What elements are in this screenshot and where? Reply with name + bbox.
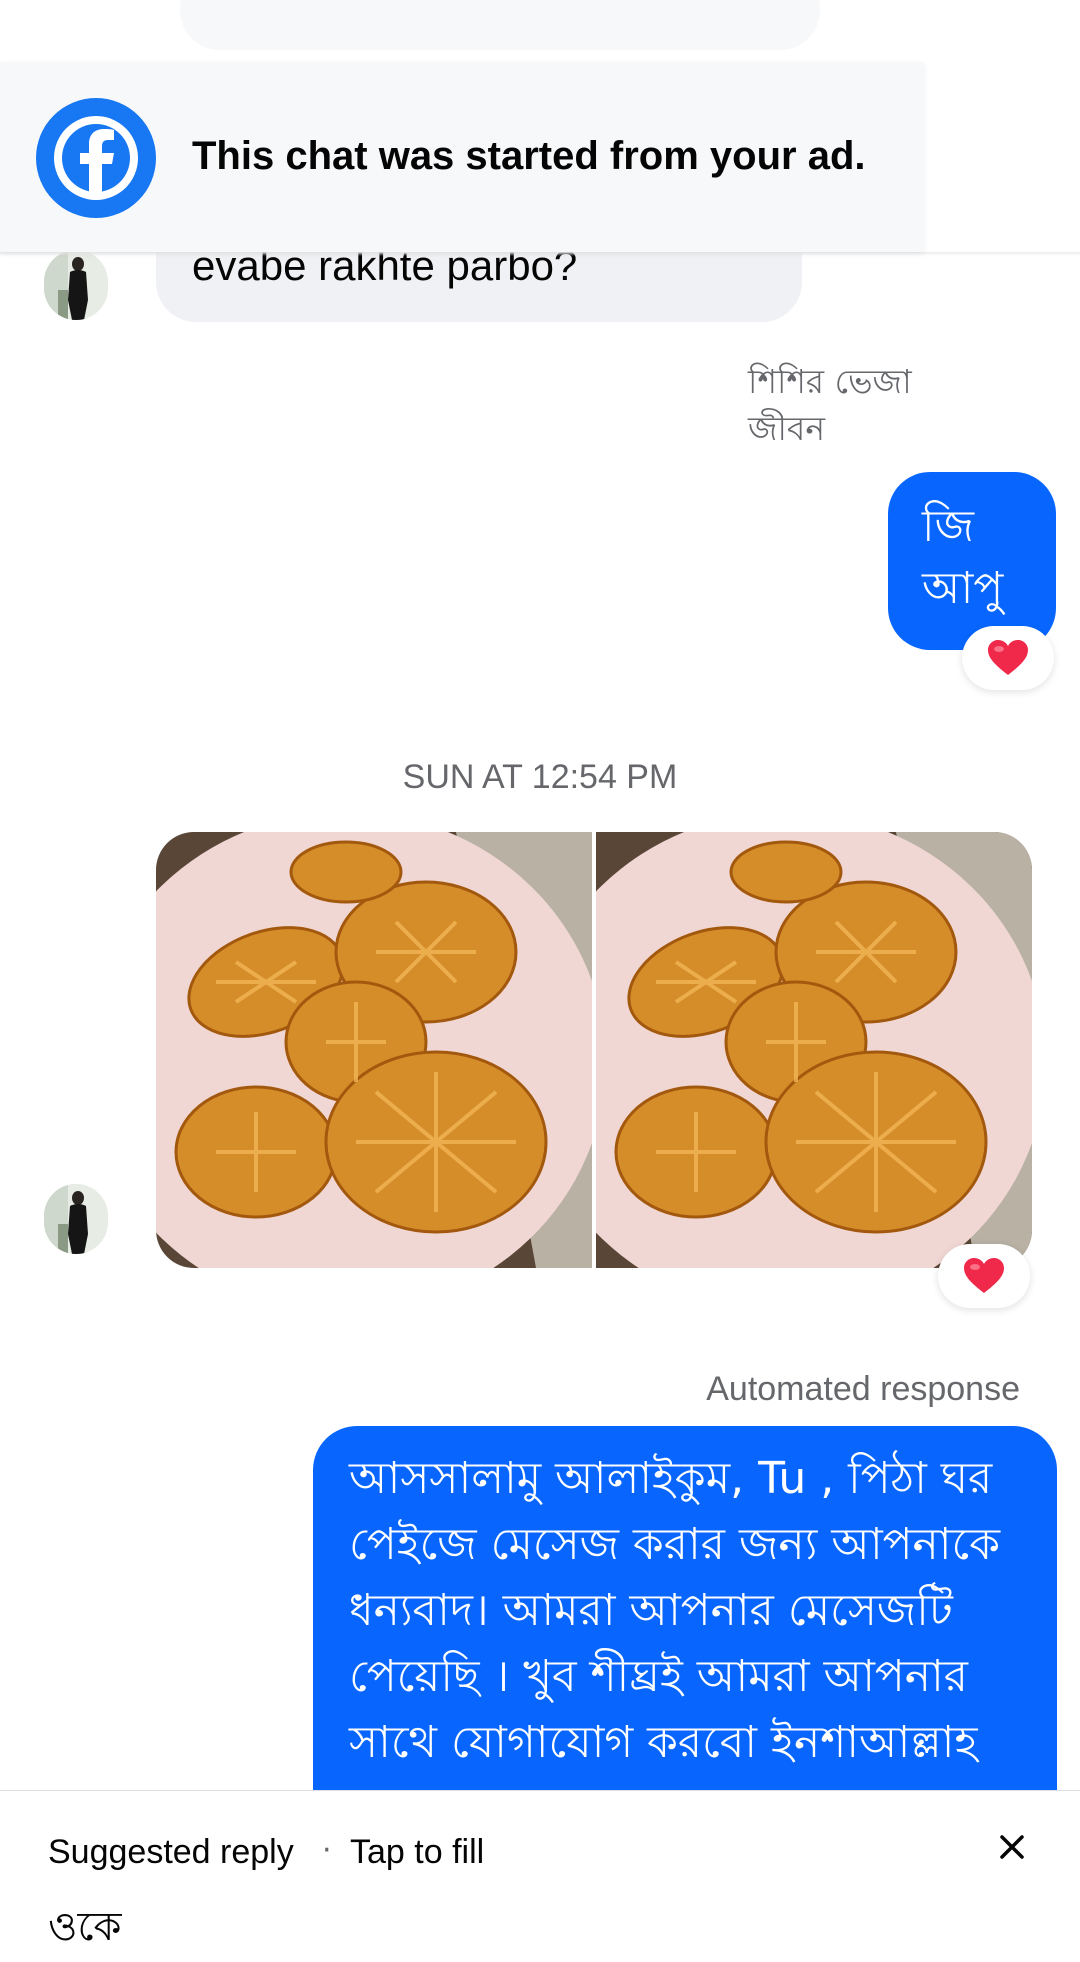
banner-shadow (0, 252, 1080, 256)
suggested-reply-panel: Suggested reply · Tap to fill ওকে (0, 1790, 1080, 1954)
heart-icon (964, 1258, 1004, 1293)
outgoing-message-bubble[interactable]: জি আপু (888, 472, 1056, 650)
close-icon[interactable] (990, 1825, 1034, 1869)
automated-message-text: আসসালামু আলাইকুম, Tu , পিঠা ঘর পেইজে মেস… (349, 1453, 1001, 1768)
suggested-reply-label: Suggested reply (48, 1833, 294, 1871)
avatar-photo (44, 250, 108, 320)
ad-origin-banner: This chat was started from your ad. (0, 62, 924, 252)
automated-message-bubble[interactable]: আসসালামু আলাইকুম, Tu , পিঠা ঘর পেইজে মেস… (313, 1426, 1057, 1846)
pitha-photo-2[interactable] (596, 832, 1032, 1268)
ad-banner-text: This chat was started from your ad. (192, 134, 866, 178)
pitha-photo-1[interactable] (156, 832, 592, 1268)
outgoing-message-text: জি আপু (922, 501, 1004, 614)
previous-message-ghost (180, 0, 820, 50)
facebook-logo-icon (36, 98, 156, 218)
suggested-reply-text[interactable]: ওকে (48, 1895, 122, 1962)
message-timestamp: SUN AT 12:54 PM (402, 758, 678, 796)
sender-name-label: শিশির ভেজা জীবন (748, 362, 912, 448)
heart-reaction[interactable] (962, 626, 1054, 690)
automated-response-label: Automated response (706, 1370, 1020, 1408)
food-photo-image (596, 832, 1032, 1268)
heart-reaction[interactable] (938, 1244, 1030, 1308)
heart-icon (988, 640, 1028, 675)
sender-avatar[interactable] (44, 1184, 108, 1254)
avatar-photo (44, 1184, 108, 1254)
tap-to-fill-hint: Tap to fill (350, 1833, 485, 1871)
separator-dot: · (322, 1833, 332, 1868)
food-photo-image (156, 832, 592, 1268)
sender-avatar[interactable] (44, 250, 108, 320)
